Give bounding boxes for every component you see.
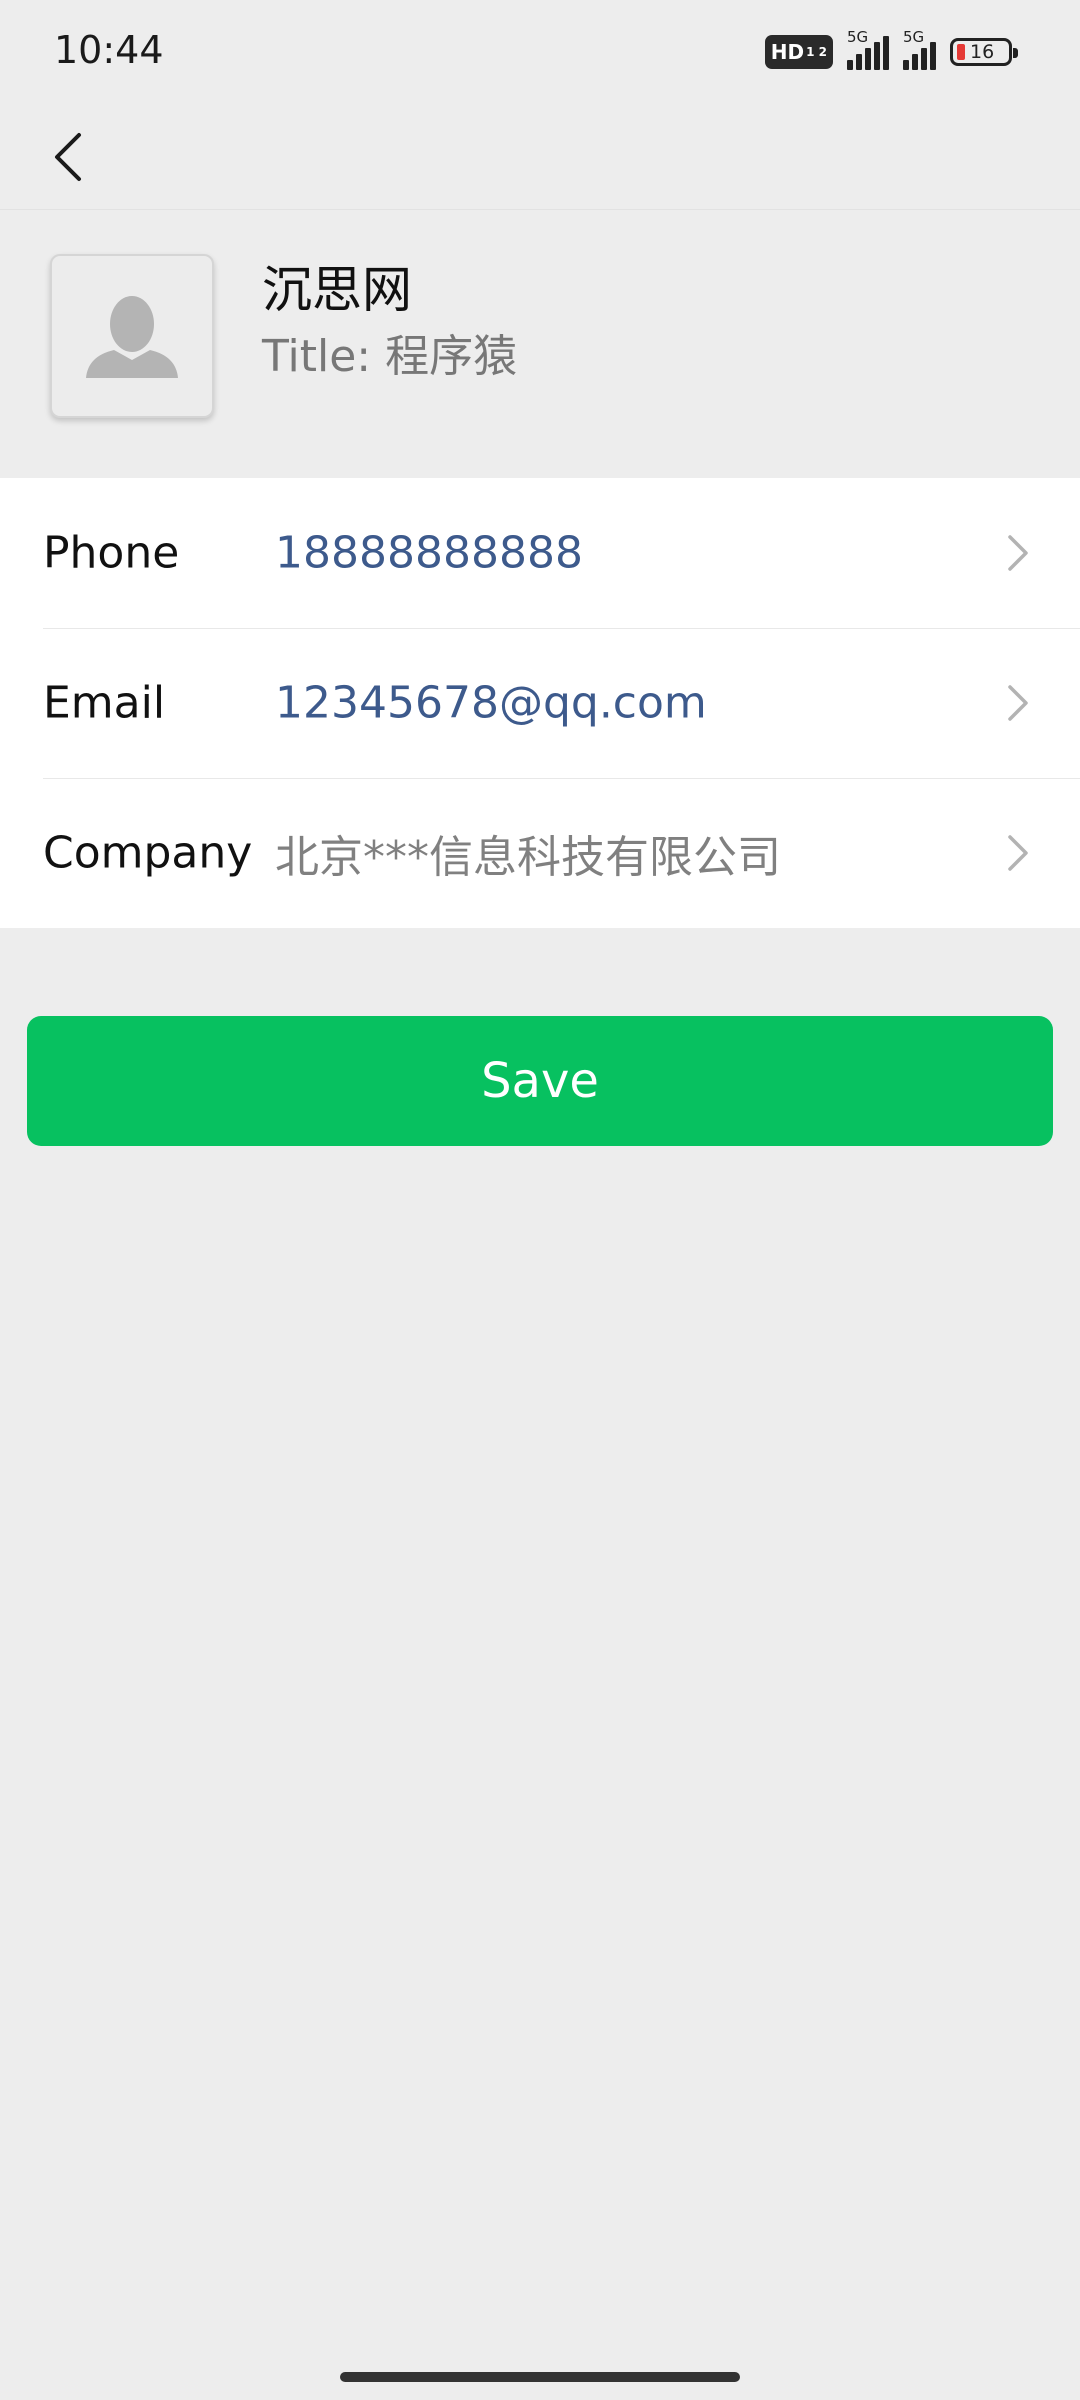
company-label: Company bbox=[43, 827, 253, 879]
network-type-label-sim2: 5G bbox=[903, 28, 925, 46]
contact-title: Title: 程序猿 bbox=[262, 331, 518, 382]
profile-header: 沉思网 Title: 程序猿 bbox=[0, 210, 1080, 478]
save-button[interactable]: Save bbox=[27, 1016, 1053, 1146]
email-label: Email bbox=[43, 677, 166, 729]
battery-fill bbox=[957, 44, 965, 60]
company-row[interactable]: Company 北京***信息科技有限公司 bbox=[0, 778, 1080, 928]
contact-name: 沉思网 bbox=[262, 261, 412, 319]
navigation-bar bbox=[0, 105, 1080, 210]
phone-label: Phone bbox=[43, 527, 180, 579]
phone-value[interactable]: 18888888888 bbox=[275, 528, 583, 579]
hd-label: HD bbox=[770, 40, 805, 64]
contact-info-list: Phone 18888888888 Email 12345678@qq.com … bbox=[0, 478, 1080, 928]
back-button[interactable] bbox=[28, 117, 108, 197]
chevron-right-icon bbox=[1008, 535, 1028, 571]
chevron-right-icon bbox=[1008, 685, 1028, 721]
chevron-left-icon bbox=[55, 133, 81, 181]
email-value[interactable]: 12345678@qq.com bbox=[275, 678, 707, 729]
signal-strength-icon-sim2: 5G bbox=[903, 28, 936, 70]
status-bar: 10:44 HD 1 2 5G 5G 16 bbox=[0, 0, 1080, 105]
signal-strength-icon-sim1: 5G bbox=[847, 28, 889, 70]
email-row[interactable]: Email 12345678@qq.com bbox=[0, 628, 1080, 778]
phone-row[interactable]: Phone 18888888888 bbox=[0, 478, 1080, 628]
battery-icon: 16 bbox=[950, 38, 1018, 66]
status-time: 10:44 bbox=[54, 28, 164, 72]
network-type-label-sim1: 5G bbox=[847, 28, 869, 46]
avatar[interactable] bbox=[50, 254, 214, 418]
hd-sub-label: 1 2 bbox=[806, 45, 827, 59]
person-silhouette-icon bbox=[86, 296, 178, 378]
battery-level: 16 bbox=[970, 41, 995, 63]
company-value: 北京***信息科技有限公司 bbox=[275, 832, 781, 883]
status-icons: HD 1 2 5G 5G 16 bbox=[764, 28, 1018, 74]
home-indicator[interactable] bbox=[340, 2372, 740, 2382]
hd-voice-icon: HD 1 2 bbox=[764, 35, 833, 69]
chevron-right-icon bbox=[1008, 835, 1028, 871]
